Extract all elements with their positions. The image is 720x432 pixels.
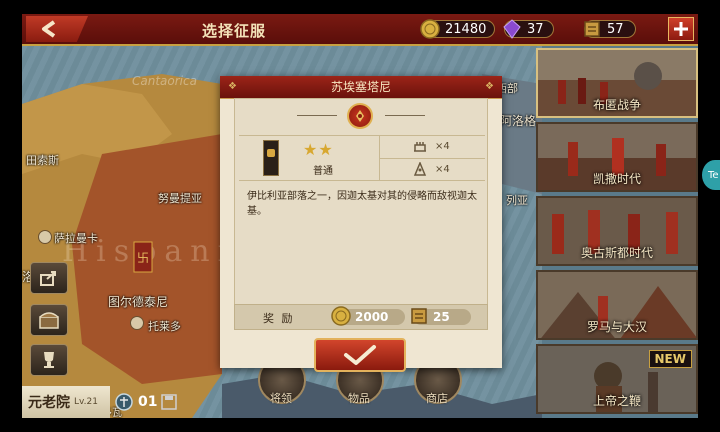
reward-tokens: 25 — [411, 308, 471, 325]
floating-assistant-button[interactable]: Te — [702, 160, 720, 190]
top-bar: 选择征服 21480 37 57 — [22, 14, 698, 46]
city-label-tiansuosi[interactable]: 田索斯 — [26, 152, 59, 168]
archer-unit-icon — [413, 162, 427, 176]
treasure-chest-icon — [39, 312, 59, 329]
campaign-label: 凯撒时代 — [592, 172, 641, 186]
token-resource[interactable]: 57 — [584, 19, 636, 39]
senate-label: 元老院 — [28, 395, 70, 411]
campaign-rome-and-han[interactable]: 罗马与大汉 — [536, 270, 698, 340]
city-label-salamanca[interactable]: 萨拉曼卡 — [54, 230, 98, 246]
gem-resource[interactable]: 37 — [503, 19, 554, 39]
senate-panel[interactable]: 元老院 Lv.21 — [22, 386, 110, 418]
unit-row-2: ×4 — [413, 162, 450, 176]
confirm-button[interactable] — [314, 338, 406, 372]
gold-coin-icon — [420, 19, 440, 39]
unit-1-count: ×4 — [435, 140, 450, 152]
ornament-right-icon: ❖ — [485, 81, 494, 92]
gold-resource[interactable]: 21480 — [420, 19, 496, 39]
reward-row: 奖 励 2000 25 — [234, 304, 488, 330]
game-screen: Hispania Cantaorica 努曼提亚 萨拉曼卡 图尔德泰尼 托莱多 … — [22, 14, 698, 418]
svg-text:卐: 卐 — [137, 251, 149, 265]
page-title: 选择征服 — [202, 22, 267, 40]
gold-coin-icon — [331, 306, 351, 326]
region-description: 伊比利亚部落之一，因迦太基对其的侵略而敌视迦太基。 — [247, 191, 477, 217]
reward-gold: 2000 — [331, 306, 405, 326]
city-label-toledo[interactable]: 托莱多 — [148, 318, 181, 334]
legion-emblem-icon — [347, 103, 373, 129]
region-label-aluoge[interactable]: 阿洛格 — [500, 112, 536, 129]
save-icon — [161, 394, 178, 410]
faction-banner-icon — [263, 140, 279, 176]
banner-marker-icon[interactable]: 卐 — [132, 240, 154, 280]
difficulty-stars: ★★ — [303, 140, 334, 159]
dock-items-label: 物品 — [348, 392, 370, 405]
campaign-label: 罗马与大汉 — [586, 320, 647, 334]
campaign-scourge-of-god[interactable]: NEW 上帝之鞭 — [536, 344, 698, 414]
back-arrow-icon — [42, 20, 56, 38]
campaign-augustus-era[interactable]: 奥古斯都时代 — [536, 196, 698, 266]
purple-gem-icon — [503, 19, 521, 39]
dialog-title: 苏埃塞塔尼 — [330, 80, 391, 94]
floating-button-label: Te — [708, 169, 719, 181]
share-icon — [40, 271, 56, 286]
divider-horizontal — [379, 158, 485, 159]
divider-right — [385, 115, 425, 116]
city-label-numantia[interactable]: 努曼提亚 — [158, 190, 202, 206]
campaign-list: 布匿战争 凯撒时代 奥古斯都时代 罗马与大汉 NEW 上帝之鞭 — [536, 48, 698, 418]
divider-left — [297, 115, 337, 116]
difficulty-label: 普通 — [313, 166, 333, 177]
campaign-label: 上帝之鞭 — [592, 394, 641, 408]
trophy-icon — [44, 352, 54, 368]
reward-label: 奖 励 — [263, 312, 295, 325]
dock-shop-label: 商店 — [426, 392, 448, 405]
city-icon[interactable] — [130, 316, 144, 330]
region-label-liya[interactable]: 列亚 — [506, 192, 528, 208]
unit-2-count: ×4 — [435, 163, 450, 175]
trophy-button[interactable] — [30, 344, 68, 376]
infantry-unit-icon — [414, 142, 426, 152]
laurel-icon — [115, 393, 133, 411]
campaign-label: 奥古斯都时代 — [580, 246, 653, 260]
checkmark-icon — [344, 345, 376, 365]
add-resources-button[interactable] — [668, 17, 694, 41]
scroll-token-icon — [411, 308, 427, 324]
campaign-punic-wars[interactable]: 布匿战争 — [536, 48, 698, 118]
campaign-caesar-era[interactable]: 凯撒时代 — [536, 122, 698, 192]
dialog-header: ❖ 苏埃塞塔尼 ❖ — [220, 76, 502, 99]
senate-level: Lv.21 — [74, 397, 98, 407]
bottom-count-value: 01 — [138, 394, 158, 410]
reward-tokens-value: 25 — [433, 310, 450, 324]
reward-gold-value: 2000 — [355, 310, 389, 324]
map-label-faded: Cantaorica — [132, 74, 197, 88]
campaign-label: 布匿战争 — [592, 98, 641, 112]
dock-generals-label: 将领 — [270, 392, 292, 405]
scroll-token-icon — [584, 21, 600, 37]
bottom-counter[interactable]: 01 — [114, 390, 178, 414]
new-badge: NEW — [648, 350, 692, 368]
unit-row-1: ×4 — [413, 140, 450, 152]
region-label-turdetani[interactable]: 图尔德泰尼 — [108, 293, 168, 310]
region-info-dialog: ❖ 苏埃塞塔尼 ❖ ★★ 普通 ×4 ×4 伊比利亚部落之一，因迦太基对其的侵略… — [220, 76, 502, 372]
ornament-left-icon: ❖ — [228, 81, 237, 92]
enemy-info-row: ★★ 普通 ×4 ×4 — [239, 135, 485, 181]
share-button[interactable] — [30, 262, 68, 294]
dialog-body: ★★ 普通 ×4 ×4 伊比利亚部落之一，因迦太基对其的侵略而敌视迦太基。 — [234, 98, 488, 328]
chest-button[interactable] — [30, 304, 68, 336]
plus-icon — [674, 22, 688, 36]
city-icon[interactable] — [38, 230, 52, 244]
back-button[interactable] — [26, 16, 88, 42]
